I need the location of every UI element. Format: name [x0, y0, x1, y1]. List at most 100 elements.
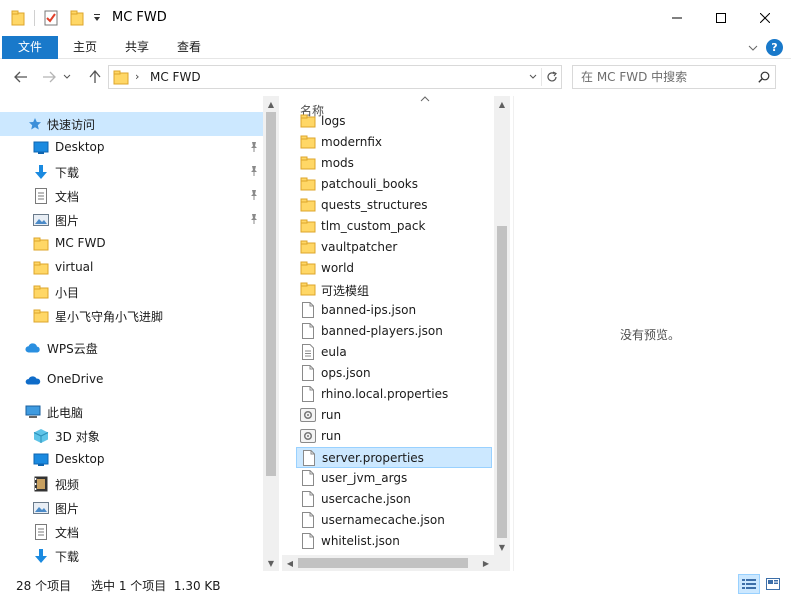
- nav-item-folder[interactable]: 星小飞守角小飞进脚: [0, 304, 263, 328]
- scroll-down-arrow-icon[interactable]: ▼: [494, 539, 510, 555]
- file-list-pane: 名称 logs modernfix mods patchouli_books quest…: [282, 96, 510, 570]
- nav-item-xiaomu[interactable]: 小目: [0, 280, 263, 304]
- file-row[interactable]: world: [296, 258, 492, 279]
- nav-item-label: 下载: [55, 550, 80, 564]
- scroll-up-arrow-icon[interactable]: ▲: [494, 96, 510, 112]
- nav-item-videos[interactable]: 视频: [0, 472, 263, 496]
- search-box[interactable]: [572, 65, 776, 89]
- file-list-scrollbar[interactable]: ▲ ▼: [494, 96, 510, 555]
- navigation-pane: 快速访问 Desktop 下载 文档 图片 MC FWD virtual 小目 …: [0, 96, 263, 570]
- nav-item-desktop[interactable]: Desktop: [0, 136, 263, 160]
- tab-home[interactable]: 主页: [62, 36, 108, 59]
- nav-item-wps-cloud[interactable]: WPS云盘: [0, 336, 263, 360]
- nav-item-label: 3D 对象: [55, 430, 100, 444]
- chevron-down-icon: [63, 74, 71, 79]
- new-folder-icon[interactable]: [67, 8, 87, 28]
- scroll-right-arrow-icon[interactable]: ▶: [478, 555, 494, 571]
- expand-ribbon-button[interactable]: [745, 40, 761, 56]
- file-icon: [300, 386, 316, 402]
- nav-item-documents-pc[interactable]: 文档: [0, 520, 263, 544]
- nav-item-documents[interactable]: 文档: [0, 184, 263, 208]
- recent-locations-button[interactable]: [60, 67, 74, 87]
- close-button[interactable]: [742, 0, 788, 36]
- scroll-up-arrow-icon[interactable]: ▲: [263, 96, 279, 112]
- file-row[interactable]: rhino.local.properties: [296, 384, 492, 405]
- file-row[interactable]: modernfix: [296, 132, 492, 153]
- help-button[interactable]: ?: [766, 39, 783, 56]
- details-view-button[interactable]: [738, 574, 760, 594]
- pin-icon[interactable]: [248, 164, 260, 178]
- customize-toolbar-dropdown-icon[interactable]: [87, 8, 107, 28]
- nav-item-pictures-pc[interactable]: 图片: [0, 496, 263, 520]
- nav-item-label: OneDrive: [47, 372, 104, 386]
- file-list-horizontal-scrollbar[interactable]: ◀ ▶: [282, 555, 494, 571]
- file-name: user_jvm_args: [321, 471, 408, 485]
- refresh-button[interactable]: [541, 68, 561, 86]
- scroll-down-arrow-icon[interactable]: ▼: [263, 555, 279, 571]
- nav-pane-scrollbar[interactable]: ▲ ▼: [263, 96, 279, 571]
- minimize-button[interactable]: [654, 0, 700, 36]
- file-row[interactable]: banned-ips.json: [296, 300, 492, 321]
- nav-item-onedrive[interactable]: OneDrive: [0, 368, 263, 392]
- file-row[interactable]: eula: [296, 342, 492, 363]
- breadcrumb[interactable]: MC FWD: [150, 70, 201, 84]
- properties-icon[interactable]: [41, 8, 61, 28]
- file-row[interactable]: quests_structures: [296, 195, 492, 216]
- onedrive-icon: [25, 372, 41, 388]
- file-row[interactable]: run: [296, 405, 492, 426]
- file-icon: [301, 450, 317, 466]
- folder-icon: [300, 218, 316, 234]
- file-list: logs modernfix mods patchouli_books quests_s…: [282, 114, 494, 570]
- nav-item-this-pc[interactable]: 此电脑: [0, 400, 263, 424]
- file-name: usercache.json: [321, 492, 411, 506]
- file-row[interactable]: tlm_custom_pack: [296, 216, 492, 237]
- file-row[interactable]: ops.json: [296, 363, 492, 384]
- pin-icon[interactable]: [248, 212, 260, 226]
- file-row[interactable]: user_jvm_args: [296, 468, 492, 489]
- file-row[interactable]: usernamecache.json: [296, 510, 492, 531]
- scrollbar-thumb[interactable]: [266, 112, 276, 476]
- tab-share[interactable]: 共享: [114, 36, 160, 59]
- nav-item-pictures[interactable]: 图片: [0, 208, 263, 232]
- scroll-left-arrow-icon[interactable]: ◀: [282, 555, 298, 571]
- file-row[interactable]: run: [296, 426, 492, 447]
- nav-item-mc-fwd[interactable]: MC FWD: [0, 232, 263, 256]
- pin-icon[interactable]: [248, 188, 260, 202]
- selection-info: 选中 1 个项目 1.30 KB: [91, 579, 221, 593]
- back-button[interactable]: [10, 67, 32, 87]
- nav-item-downloads[interactable]: 下载: [0, 160, 263, 184]
- nav-item-downloads-pc[interactable]: 下载: [0, 544, 263, 568]
- nav-item-desktop-pc[interactable]: Desktop: [0, 448, 263, 472]
- file-row[interactable]: mods: [296, 153, 492, 174]
- search-input[interactable]: [573, 66, 753, 88]
- file-row[interactable]: 可选模组: [296, 279, 492, 300]
- nav-item-quick-access[interactable]: 快速访问: [0, 112, 263, 136]
- tab-file[interactable]: 文件: [2, 36, 58, 59]
- file-row[interactable]: server.properties: [296, 447, 492, 468]
- file-row[interactable]: usercache.json: [296, 489, 492, 510]
- file-row[interactable]: whitelist.json: [296, 531, 492, 552]
- file-row[interactable]: logs: [296, 114, 492, 132]
- maximize-button[interactable]: [698, 0, 744, 36]
- scrollbar-thumb[interactable]: [497, 226, 507, 538]
- forward-button[interactable]: [38, 67, 60, 87]
- file-name: usernamecache.json: [321, 513, 445, 527]
- folder-icon: [300, 260, 316, 276]
- address-bar[interactable]: › MC FWD: [108, 65, 562, 89]
- search-icon[interactable]: [755, 69, 773, 85]
- large-icons-view-button[interactable]: [762, 574, 784, 594]
- scrollbar-thumb[interactable]: [298, 558, 468, 568]
- file-row[interactable]: vaultpatcher: [296, 237, 492, 258]
- file-name: ops.json: [321, 366, 371, 380]
- nav-item-3d-objects[interactable]: 3D 对象: [0, 424, 263, 448]
- file-row[interactable]: patchouli_books: [296, 174, 492, 195]
- breadcrumb-separator-icon[interactable]: ›: [135, 70, 139, 83]
- tab-view[interactable]: 查看: [166, 36, 212, 59]
- nav-item-virtual[interactable]: virtual: [0, 256, 263, 280]
- pin-icon[interactable]: [248, 140, 260, 154]
- file-row[interactable]: banned-players.json: [296, 321, 492, 342]
- file-name: mods: [321, 156, 354, 170]
- nav-item-label: 视频: [55, 478, 80, 492]
- address-dropdown-button[interactable]: [525, 69, 541, 85]
- up-button[interactable]: [84, 67, 106, 87]
